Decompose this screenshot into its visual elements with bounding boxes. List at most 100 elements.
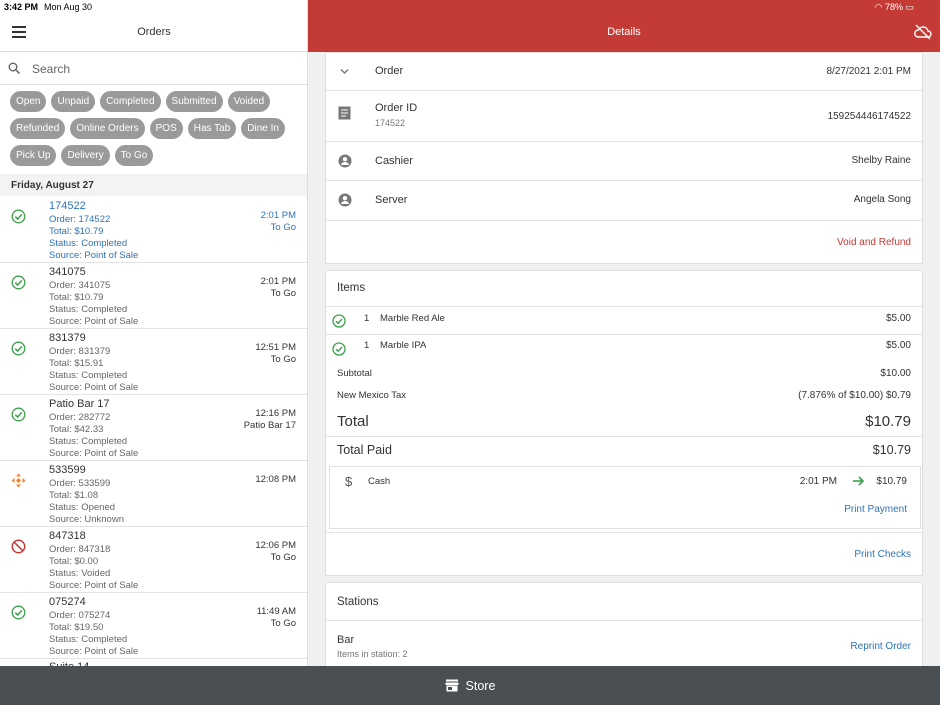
check-circle-icon: [11, 209, 26, 224]
order-list-item[interactable]: 174522 Order: 174522 Total: $10.79 Status: …: [0, 197, 307, 263]
order-item-number: Order: 282772: [49, 412, 111, 423]
order-item-time: 2:01 PM: [260, 210, 296, 221]
stations-title: Stations: [337, 596, 379, 608]
battery-percent: 78%: [884, 2, 903, 12]
filter-chip-to-go[interactable]: To Go: [114, 145, 154, 166]
wifi-icon: ◠: [874, 2, 883, 12]
order-item-time: 12:51 PM: [255, 342, 296, 353]
item-price: $5.00: [885, 313, 911, 324]
order-label: Order: [375, 65, 404, 77]
item-qty: 1: [364, 313, 370, 324]
order-item-time: 12:16 PM: [255, 408, 296, 419]
search-icon: [8, 62, 20, 74]
server-row: Server Angela Song: [326, 181, 922, 221]
void-refund-button[interactable]: Void and Refund: [837, 237, 911, 248]
reprint-order-button[interactable]: Reprint Order: [850, 641, 911, 652]
print-checks-button[interactable]: Print Checks: [854, 549, 911, 560]
print-payment-button[interactable]: Print Payment: [844, 504, 907, 515]
details-header: ◠ 78% ▭ Details: [308, 0, 940, 52]
filter-chip-pos[interactable]: POS: [149, 118, 183, 139]
filter-chip-pick-up[interactable]: Pick Up: [10, 145, 57, 166]
order-item-id: 847318: [49, 530, 86, 542]
filter-chip-dine-in[interactable]: Dine In: [241, 118, 285, 139]
order-item-total: Total: $42.33: [49, 424, 104, 435]
order-item-id: Patio Bar 17: [49, 398, 110, 410]
tax-label: New Mexico Tax: [337, 390, 406, 401]
order-item-time: 12:06 PM: [255, 540, 296, 551]
item-name: Marble IPA: [380, 340, 427, 351]
svg-text:$: $: [345, 474, 353, 488]
chevron-down-icon[interactable]: [339, 66, 350, 77]
payment-time: 2:01 PM: [799, 476, 837, 487]
order-list-item[interactable]: 533599 Order: 533599 Total: $1.08 Status: O…: [0, 461, 307, 527]
item-price: $5.00: [885, 340, 911, 351]
station-items-count: Items in station: 2: [337, 649, 408, 659]
person-icon: [338, 193, 352, 207]
order-item-status: Status: Voided: [49, 568, 111, 579]
filter-chip-submitted[interactable]: Submitted: [165, 91, 223, 112]
filter-chip-voided[interactable]: Voided: [227, 91, 271, 112]
status-time-text: 3:42 PM: [4, 2, 39, 12]
search-input[interactable]: [32, 59, 292, 79]
filter-chip-completed[interactable]: Completed: [100, 91, 161, 112]
order-list-item[interactable]: 831379 Order: 831379 Total: $15.91 Status: …: [0, 329, 307, 395]
order-item-number: Order: 075274: [49, 610, 111, 621]
order-id-row: Order ID 174522 159254446174522: [326, 91, 922, 142]
order-item-id: 831379: [49, 332, 86, 344]
order-list-item[interactable]: Patio Bar 17 Order: 282772 Total: $42.33 St…: [0, 395, 307, 461]
total-paid-row: Total Paid $10.79: [326, 438, 922, 464]
cashier-row: Cashier Shelby Raine: [326, 142, 922, 181]
order-id-value: 159254446174522: [827, 111, 911, 122]
payment-amount: $10.79: [876, 476, 907, 487]
cashier-name: Shelby Raine: [851, 155, 911, 166]
subtotal-value: $10.00: [880, 368, 911, 379]
orders-list: 174522 Order: 174522 Total: $10.79 Status: …: [0, 197, 307, 666]
order-item-type: To Go: [270, 288, 296, 299]
order-item-id: 341075: [49, 266, 86, 278]
orders-title: Orders: [137, 26, 171, 38]
order-datetime: 8/27/2021 2:01 PM: [826, 66, 911, 77]
order-item-time: 11:49 AM: [256, 606, 296, 617]
filter-chip-row: Refunded Online Orders POS Has Tab Dine In: [10, 118, 302, 139]
check-circle-icon: [332, 314, 346, 328]
order-list-item[interactable]: 847318 Order: 847318 Total: $0.00 Status: V…: [0, 527, 307, 593]
filter-chips: Open Unpaid Completed Submitted Voided Refund…: [10, 91, 302, 172]
person-icon: [338, 154, 352, 168]
cloud-off-icon[interactable]: [914, 24, 932, 40]
cashier-label: Cashier: [375, 155, 413, 167]
order-item-source: Source: Point of Sale: [49, 580, 139, 591]
store-bar[interactable]: Store: [0, 666, 940, 705]
orders-panel: 3:42 PM Mon Aug 30 Orders OpenUnpaidCompl…: [0, 0, 308, 666]
filter-chip-online-orders[interactable]: Online Orders: [70, 118, 145, 139]
order-list-item-partial[interactable]: Suite 14: [0, 659, 307, 666]
details-title: Details: [607, 26, 641, 38]
items-card: Items 1 Marble Red Ale $5.00 1 Marble IP…: [325, 270, 923, 576]
order-item-id: 174522: [49, 200, 86, 212]
filter-chip-delivery[interactable]: Delivery: [61, 145, 110, 166]
filter-chip-refunded[interactable]: Refunded: [10, 118, 66, 139]
item-row: 1 Marble IPA $5.00: [326, 335, 922, 363]
order-item-total: Total: $1.08: [49, 490, 99, 501]
order-item-source: Source: Point of Sale: [49, 382, 139, 393]
server-label: Server: [375, 194, 408, 206]
total-label: Total: [337, 413, 369, 430]
order-row[interactable]: Order 8/27/2021 2:01 PM: [326, 53, 922, 91]
filter-chip-row: Pick Up Delivery To Go: [10, 145, 302, 166]
order-item-number: Order: 174522: [49, 214, 111, 225]
filter-chip-unpaid[interactable]: Unpaid: [51, 91, 96, 112]
order-list-item[interactable]: 075274 Order: 075274 Total: $19.50 Status: …: [0, 593, 307, 659]
payment-method: Cash: [368, 476, 391, 487]
void-refund-row: Void and Refund: [326, 221, 922, 264]
filter-chip-open[interactable]: Open: [10, 91, 47, 112]
station-row: Bar Items in station: 2 Reprint Order: [326, 622, 922, 666]
order-item-status: Status: Completed: [49, 238, 128, 249]
filter-chip-has-tab[interactable]: Has Tab: [187, 118, 237, 139]
order-item-total: Total: $10.79: [49, 226, 104, 237]
orders-header: Orders: [0, 13, 307, 52]
order-list-item[interactable]: 341075 Order: 341075 Total: $10.79 Status: …: [0, 263, 307, 329]
total-row: Total $10.79: [326, 409, 922, 437]
battery-icon: ▭: [905, 2, 914, 12]
check-circle-icon: [11, 275, 26, 290]
check-circle-icon: [11, 605, 26, 620]
store-label: Store: [465, 678, 496, 693]
